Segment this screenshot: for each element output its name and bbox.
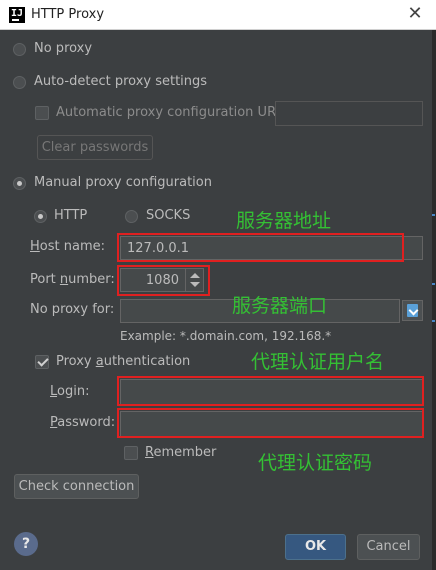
- proxy-password-annotation: 代理认证密码: [258, 452, 373, 474]
- proxy-username-annotation: 代理认证用户名: [251, 351, 385, 373]
- port-number-label: Port number:: [30, 272, 115, 287]
- no-proxy-label[interactable]: No proxy: [34, 41, 92, 56]
- check-connection-button[interactable]: Check connection: [14, 474, 139, 499]
- login-label: Login:: [50, 384, 90, 399]
- window-edge: [432, 30, 436, 570]
- clear-passwords-button[interactable]: Clear passwords: [37, 135, 153, 160]
- http-label[interactable]: HTTP: [54, 208, 87, 223]
- auto-config-url-checkbox[interactable]: [35, 106, 49, 120]
- port-number-highlight: [117, 265, 210, 296]
- intellij-icon: IJ: [9, 7, 25, 23]
- ok-button[interactable]: OK: [285, 534, 346, 560]
- password-label: Password:: [50, 415, 116, 430]
- auto-config-url-label: Automatic proxy configuration URL:: [56, 105, 288, 120]
- close-icon[interactable]: ✕: [406, 4, 424, 24]
- expand-icon[interactable]: [402, 300, 423, 321]
- server-port-annotation: 服务器端口: [232, 295, 328, 317]
- socks-radio[interactable]: [125, 210, 138, 223]
- help-icon[interactable]: ?: [14, 532, 38, 556]
- server-address-annotation: 服务器地址: [236, 210, 332, 232]
- remember-label[interactable]: Remember: [145, 445, 216, 460]
- auto-detect-radio[interactable]: [13, 76, 26, 89]
- login-highlight: [117, 376, 424, 406]
- no-proxy-radio[interactable]: [13, 43, 26, 56]
- host-name-label: Host name:: [30, 239, 105, 254]
- cancel-button[interactable]: Cancel: [357, 534, 420, 560]
- manual-proxy-label[interactable]: Manual proxy configuration: [34, 175, 212, 190]
- socks-label[interactable]: SOCKS: [146, 208, 190, 223]
- host-name-highlight: [117, 233, 404, 262]
- title-bar: IJ HTTP Proxy ✕: [0, 0, 436, 30]
- proxy-authentication-label[interactable]: Proxy authentication: [56, 354, 190, 369]
- remember-checkbox[interactable]: [124, 446, 138, 460]
- proxy-authentication-checkbox[interactable]: [35, 355, 49, 369]
- no-proxy-for-label: No proxy for:: [30, 302, 115, 317]
- edge-marker: [432, 320, 435, 322]
- edge-marker: [432, 283, 435, 285]
- window-title: HTTP Proxy: [31, 7, 105, 22]
- auto-detect-label[interactable]: Auto-detect proxy settings: [34, 74, 207, 89]
- edge-marker: [432, 214, 435, 216]
- http-radio[interactable]: [34, 210, 47, 223]
- manual-proxy-radio[interactable]: [13, 177, 26, 190]
- no-proxy-example: Example: *.domain.com, 192.168.*: [120, 329, 332, 343]
- password-highlight: [117, 408, 424, 438]
- auto-config-url-input[interactable]: [275, 101, 423, 126]
